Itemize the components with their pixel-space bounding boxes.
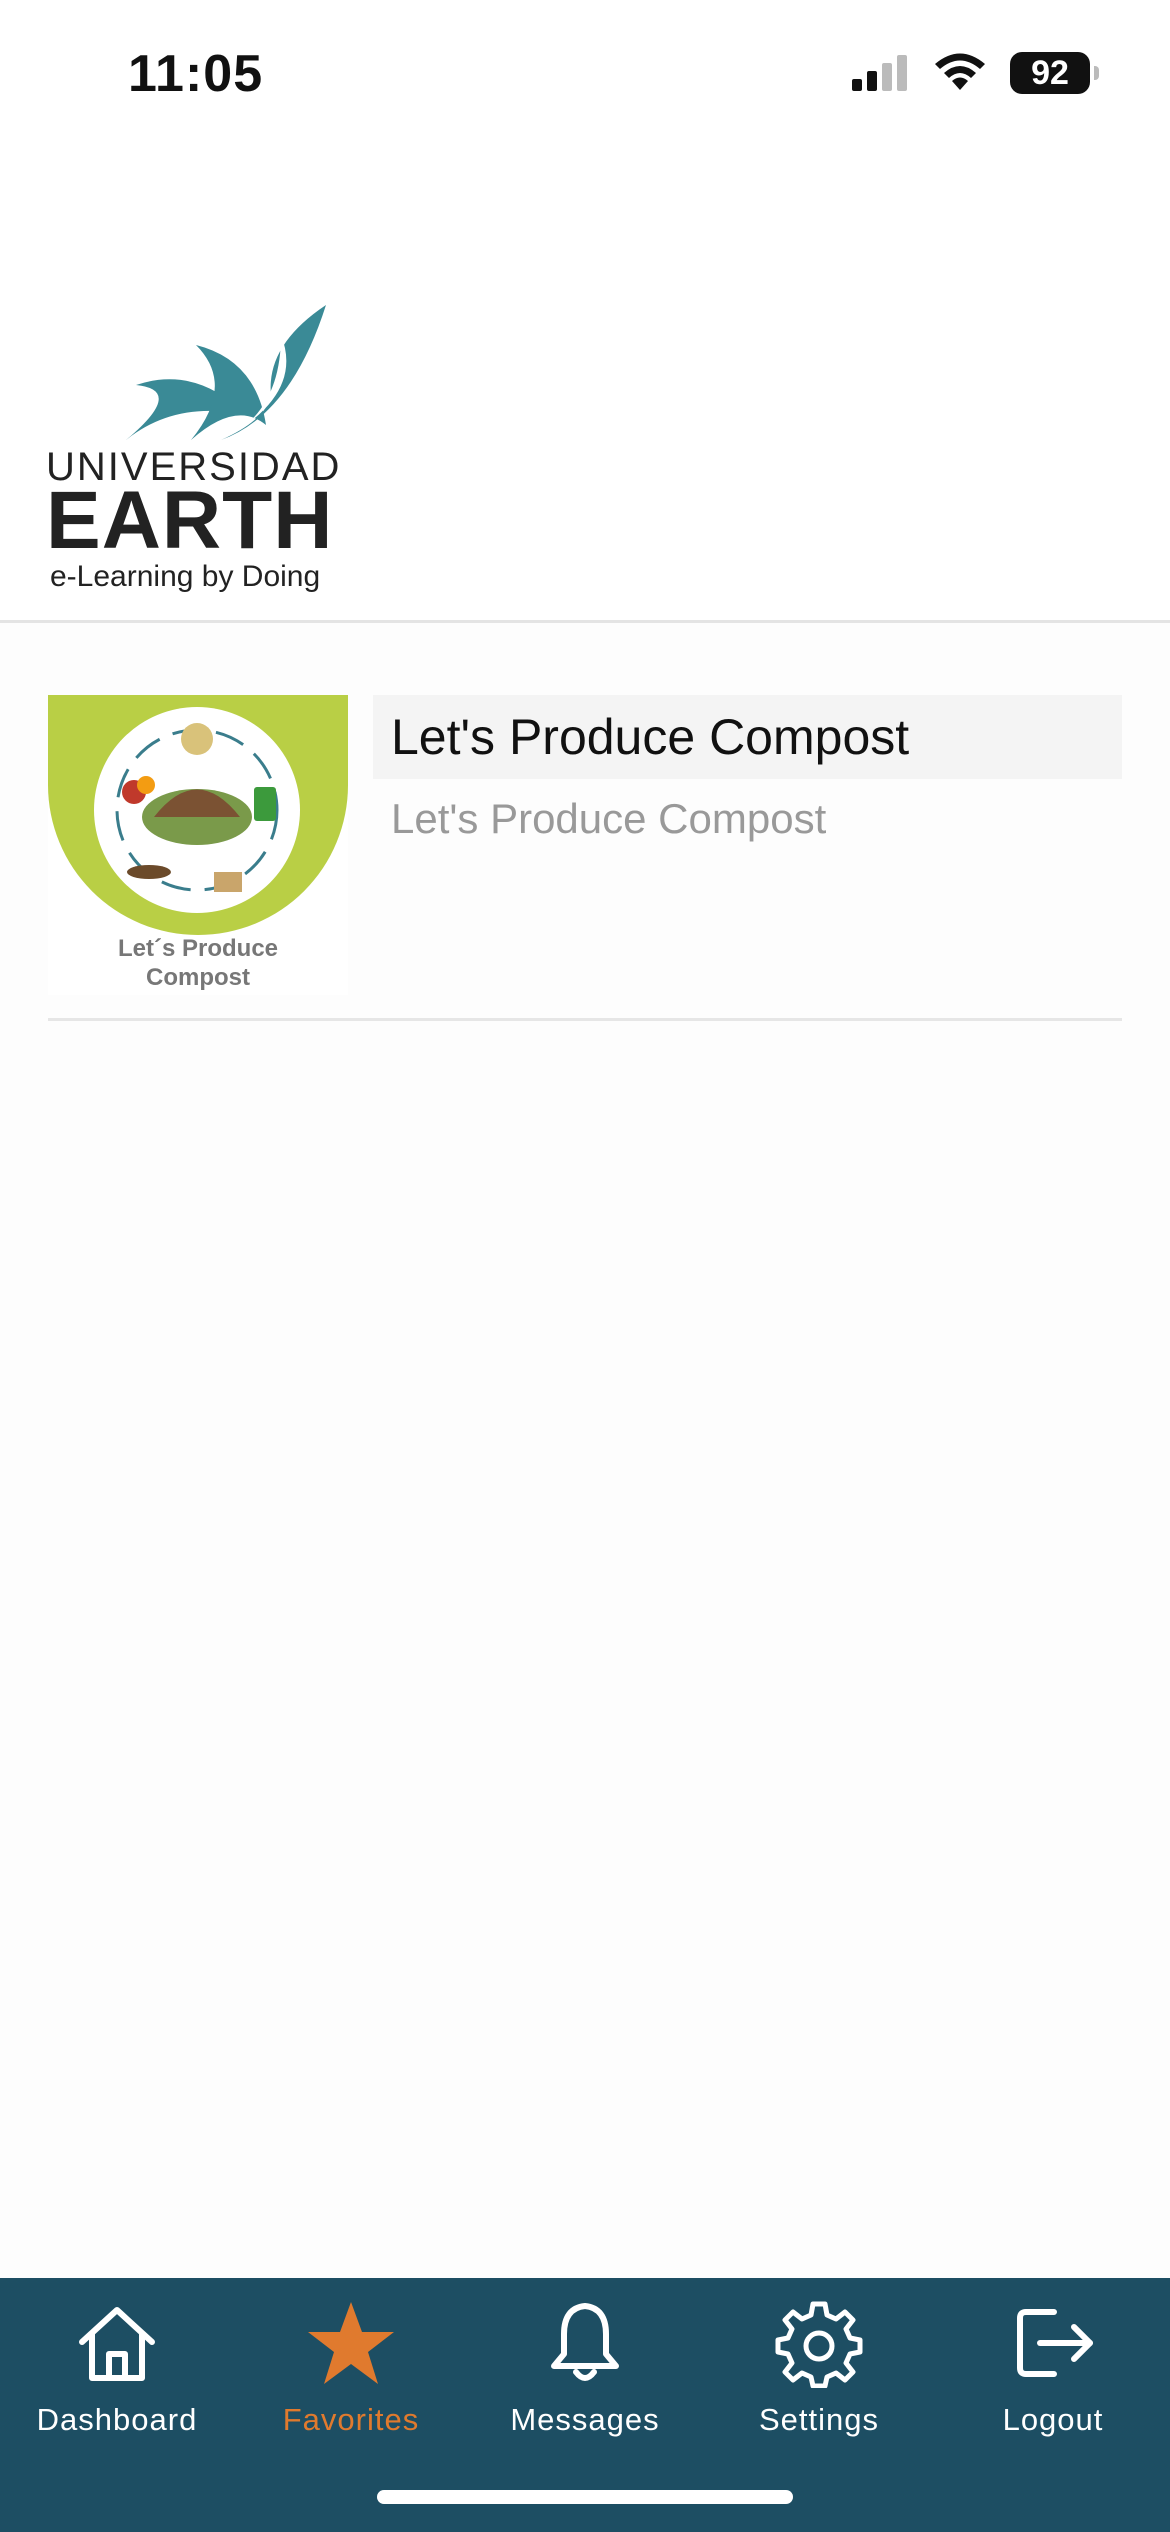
cellular-signal-icon bbox=[852, 55, 907, 91]
thumbnail-circle bbox=[94, 707, 300, 913]
tab-logout[interactable]: Logout bbox=[936, 2298, 1170, 2448]
bell-icon bbox=[551, 2303, 619, 2381]
status-time: 11:05 bbox=[128, 45, 264, 103]
compost-cycle-illustration bbox=[115, 723, 279, 892]
home-icon bbox=[79, 2307, 155, 2381]
logo-leaves-icon bbox=[126, 305, 326, 440]
logo-text-earth: EARTH bbox=[46, 475, 334, 566]
tab-dashboard[interactable]: Dashboard bbox=[0, 2298, 234, 2448]
star-icon bbox=[308, 2302, 394, 2384]
tab-label-favorites: Favorites bbox=[282, 2402, 420, 2437]
course-title[interactable]: Let's Produce Compost bbox=[373, 695, 1122, 779]
logo-tagline: e-Learning by Doing bbox=[50, 560, 321, 593]
status-bar: 11:05 92 bbox=[0, 0, 1170, 150]
home-indicator[interactable] bbox=[377, 2490, 793, 2504]
course-thumbnail[interactable]: Let´s Produce Compost bbox=[48, 695, 348, 995]
logout-icon bbox=[1017, 2309, 1093, 2377]
wifi-icon bbox=[935, 53, 985, 90]
tab-favorites[interactable]: Favorites bbox=[234, 2298, 468, 2448]
tab-label-settings: Settings bbox=[758, 2402, 879, 2437]
battery-indicator: 92 bbox=[1010, 52, 1099, 94]
status-icons: 92 bbox=[850, 52, 1099, 94]
gear-icon bbox=[775, 2301, 863, 2388]
header: UNIVERSIDAD EARTH e-Learning by Doing bbox=[0, 150, 1170, 623]
course-subtitle: Let's Produce Compost bbox=[391, 795, 827, 842]
tab-label-messages: Messages bbox=[510, 2402, 660, 2437]
tab-messages[interactable]: Messages bbox=[468, 2298, 702, 2448]
tab-settings[interactable]: Settings bbox=[702, 2298, 936, 2448]
thumbnail-caption-line1: Let´s Produce bbox=[117, 935, 279, 962]
thumbnail-caption: Let´s Produce Compost bbox=[48, 935, 348, 993]
tab-label-logout: Logout bbox=[1002, 2402, 1104, 2437]
tab-label-dashboard: Dashboard bbox=[36, 2402, 198, 2437]
thumbnail-caption-line2: Compost bbox=[146, 963, 250, 991]
course-list-item[interactable]: Let´s Produce Compost Let's Produce Comp… bbox=[48, 695, 1122, 1021]
